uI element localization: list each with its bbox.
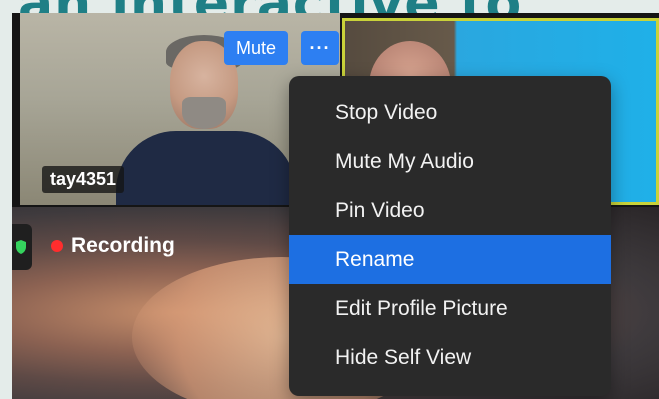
recording-indicator: Recording — [51, 234, 175, 258]
recording-label: Recording — [71, 234, 175, 257]
menu-item-mute-my-audio[interactable]: Mute My Audio — [289, 137, 611, 186]
shield-icon-svg — [16, 240, 26, 254]
mute-button[interactable]: Mute — [224, 31, 289, 65]
participant-beard — [182, 97, 226, 129]
more-options-button[interactable]: ··· — [301, 31, 339, 65]
menu-item-edit-profile-picture[interactable]: Edit Profile Picture — [289, 284, 611, 333]
more-dots-icon: ··· — [309, 37, 331, 58]
menu-item-stop-video[interactable]: Stop Video — [289, 88, 611, 137]
shield-icon — [12, 224, 32, 270]
menu-item-hide-self-view[interactable]: Hide Self View — [289, 333, 611, 382]
participant-context-menu: Stop Video Mute My Audio Pin Video Renam… — [289, 76, 611, 396]
menu-item-pin-video[interactable]: Pin Video — [289, 186, 611, 235]
participant-name-label: tay4351 — [42, 166, 125, 193]
recording-dot-icon — [51, 240, 63, 252]
participant-body — [116, 131, 296, 205]
menu-item-rename[interactable]: Rename — [289, 235, 611, 284]
